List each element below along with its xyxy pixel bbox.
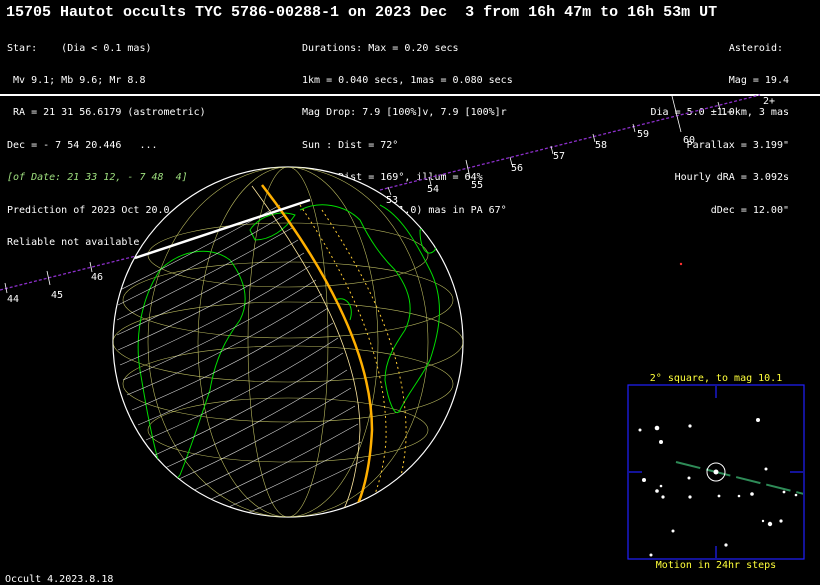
minute-label: 55: [471, 180, 483, 191]
end-label: 1+: [721, 107, 733, 118]
inset-title: 2° square, to mag 10.1: [649, 373, 783, 384]
path-line-left: [0, 254, 141, 291]
minute-label: 59: [637, 129, 649, 140]
marker-dot: [679, 262, 683, 266]
version-footer: Occult 4.2023.8.18: [5, 574, 114, 585]
inset-caption: Motion in 24hr steps: [655, 560, 777, 571]
end-label: 2+: [763, 96, 775, 107]
minute-label: 53: [386, 195, 398, 206]
minute-label: 46: [91, 272, 103, 283]
minute-label: 45: [51, 290, 63, 301]
minute-label: 60: [683, 135, 695, 146]
minute-label: 54: [427, 184, 439, 195]
minute-label: 58: [595, 140, 607, 151]
minute-label: 44: [7, 294, 19, 305]
minute-label: 57: [553, 151, 565, 162]
earth-globe: [112, 166, 464, 518]
occultation-diagram: 44 45 46 53 54 55 56 57 58 59 60 1+ 2+: [0, 94, 805, 560]
path-line-right: [379, 94, 761, 191]
minute-label: 56: [511, 163, 523, 174]
star-chart-inset: [627, 384, 805, 560]
